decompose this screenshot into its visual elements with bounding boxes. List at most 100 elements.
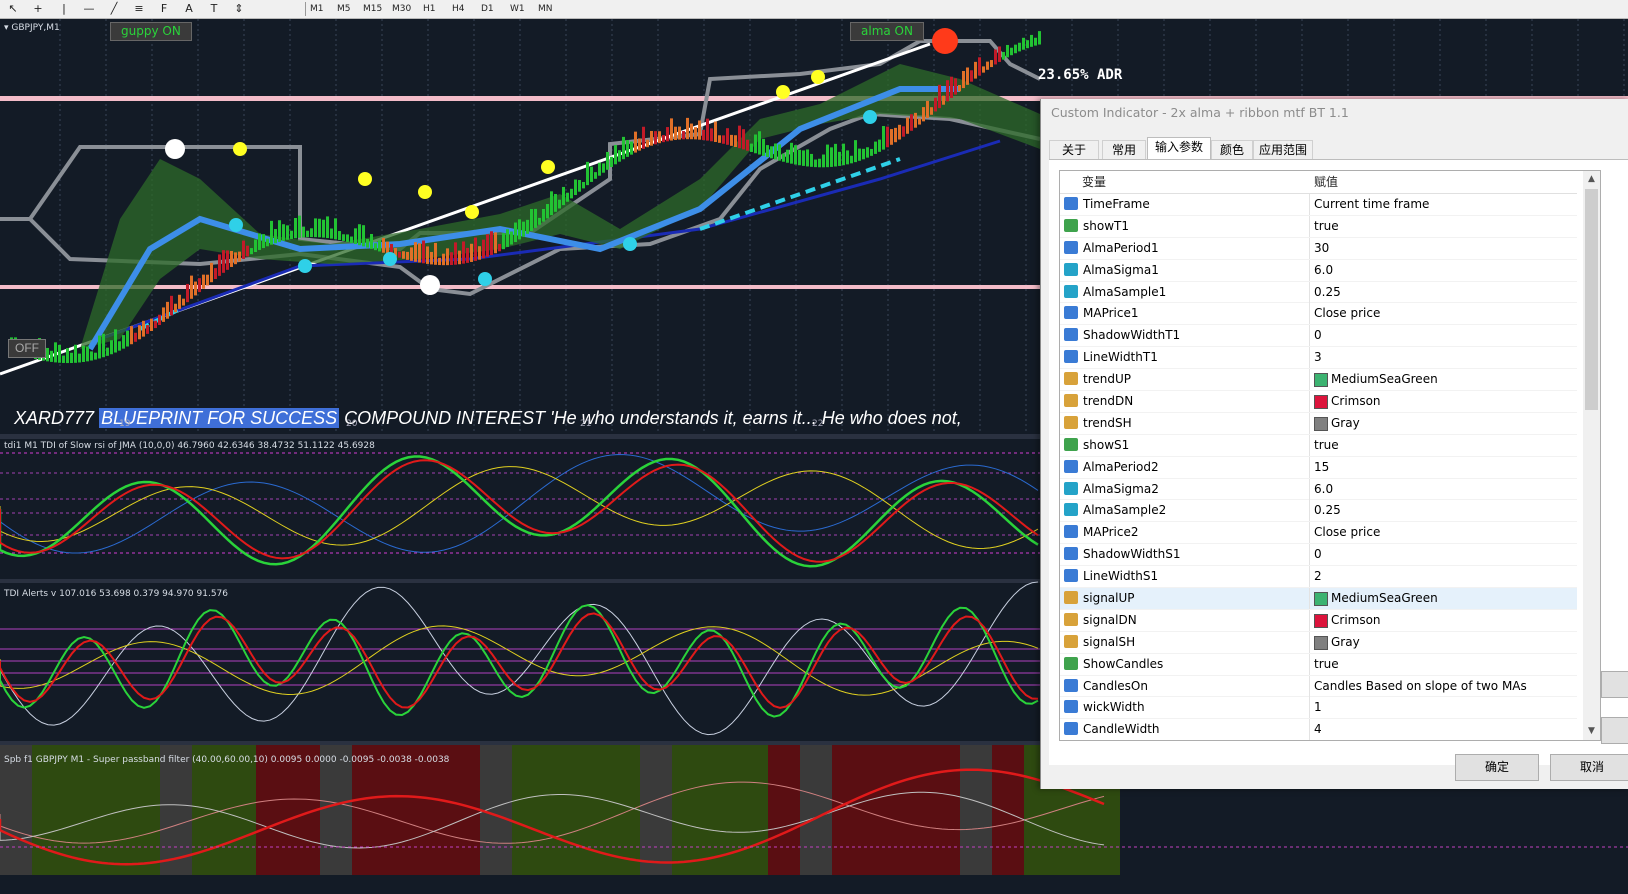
parameter-row[interactable]: LineWidthT1 3 [1060, 347, 1578, 370]
scroll-down-icon[interactable]: ▼ [1583, 723, 1600, 740]
crosshair-icon[interactable]: + [29, 1, 47, 16]
channel-icon[interactable]: ≡ [130, 1, 148, 16]
parameter-value-cell[interactable]: Close price [1309, 522, 1578, 544]
timeframe-mn[interactable]: MN [538, 0, 553, 18]
parameter-row[interactable]: AlmaSample1 0.25 [1060, 281, 1578, 304]
timeframe-h4[interactable]: H4 [452, 0, 465, 18]
parameter-row[interactable]: ShadowWidthS1 0 [1060, 544, 1578, 567]
off-toggle-button[interactable]: OFF [8, 339, 46, 358]
text-label-icon[interactable]: T [205, 1, 223, 16]
alma-toggle-button[interactable]: alma ON [850, 22, 924, 41]
candle [590, 166, 593, 182]
parameter-row[interactable]: MAPrice1 Close price [1060, 303, 1578, 326]
timeframe-m15[interactable]: M15 [363, 0, 382, 18]
parameter-value-cell[interactable]: 4 [1309, 719, 1578, 740]
parameter-row[interactable]: AlmaSigma2 6.0 [1060, 478, 1578, 501]
tab-about[interactable]: 关于 [1049, 140, 1099, 160]
guppy-toggle-button[interactable]: guppy ON [110, 22, 192, 41]
tab-visualization[interactable]: 应用范围 [1253, 140, 1313, 160]
horizontal-line-icon[interactable]: — [80, 1, 98, 16]
parameter-value-cell[interactable]: Crimson [1309, 391, 1578, 413]
parameter-value-cell[interactable]: Gray [1309, 631, 1578, 653]
parameter-row[interactable]: MAPrice2 Close price [1060, 522, 1578, 545]
parameter-row[interactable]: showS1 true [1060, 434, 1578, 457]
cancel-button[interactable]: 取消 [1550, 754, 1628, 781]
timeframe-m30[interactable]: M30 [392, 0, 411, 18]
parameter-value-cell[interactable]: 0 [1309, 325, 1578, 347]
dropdown-triangle-icon[interactable]: ▾ [4, 23, 9, 33]
parameter-value-cell[interactable]: 6.0 [1309, 478, 1578, 500]
parameter-row[interactable]: CandleWidth 4 [1060, 719, 1578, 740]
parameter-row[interactable]: AlmaSigma1 6.0 [1060, 259, 1578, 282]
parameter-row[interactable]: LineWidthS1 2 [1060, 566, 1578, 589]
column-variable[interactable]: 变量 [1082, 171, 1106, 193]
parameter-value-cell[interactable]: 3 [1309, 347, 1578, 369]
column-value[interactable]: 赋值 [1314, 171, 1338, 193]
parameter-row[interactable]: wickWidth 1 [1060, 697, 1578, 720]
parameter-value-cell[interactable]: Close price [1309, 303, 1578, 325]
candle [798, 149, 801, 166]
list-scrollbar[interactable]: ▲ ▼ [1583, 171, 1600, 740]
candle [966, 67, 969, 85]
passband-zone [512, 745, 544, 875]
parameter-row[interactable]: trendSH Gray [1060, 412, 1578, 435]
parameter-value-cell[interactable]: MediumSeaGreen [1309, 588, 1578, 610]
candle [842, 143, 845, 166]
text-icon[interactable]: A [180, 1, 198, 16]
parameter-row[interactable]: trendUP MediumSeaGreen [1060, 369, 1578, 392]
candle [318, 218, 321, 238]
candle [726, 128, 729, 145]
parameter-value-cell[interactable]: 2 [1309, 566, 1578, 588]
parameter-value-cell[interactable]: 15 [1309, 456, 1578, 478]
fibonacci-icon[interactable]: F [155, 1, 173, 16]
parameter-value-cell[interactable]: 1 [1309, 697, 1578, 719]
timeframe-h1[interactable]: H1 [423, 0, 436, 18]
cursor-icon[interactable]: ↖ [4, 1, 22, 16]
arrows-icon[interactable]: ⇕ [230, 1, 248, 16]
parameter-row[interactable]: ShowCandles true [1060, 653, 1578, 676]
parameter-value-cell[interactable]: Current time frame [1309, 194, 1578, 215]
parameter-value-cell[interactable]: MediumSeaGreen [1309, 369, 1578, 391]
timeframe-m1[interactable]: M1 [310, 0, 324, 18]
parameter-row[interactable]: TimeFrame Current time frame [1060, 194, 1577, 216]
tab-inputs[interactable]: 输入参数 [1147, 137, 1211, 160]
parameter-row[interactable]: trendDN Crimson [1060, 391, 1577, 413]
parameter-value-cell[interactable]: 6.0 [1309, 259, 1578, 281]
timeframe-w1[interactable]: W1 [510, 0, 525, 18]
parameter-row[interactable]: AlmaPeriod1 30 [1060, 237, 1578, 260]
parameter-value-cell[interactable]: true [1309, 434, 1578, 456]
scroll-up-icon[interactable]: ▲ [1583, 171, 1600, 188]
vertical-line-icon[interactable]: | [55, 1, 73, 16]
load-button[interactable] [1601, 671, 1628, 698]
candle [462, 241, 465, 264]
tab-common[interactable]: 常用 [1102, 140, 1146, 160]
candle [346, 234, 349, 242]
parameter-value-cell[interactable]: Candles Based on slope of two MAs [1309, 675, 1578, 697]
parameter-row[interactable]: CandlesOn Candles Based on slope of two M… [1060, 675, 1578, 698]
timeframe-d1[interactable]: D1 [481, 0, 494, 18]
ok-button[interactable]: 确定 [1455, 754, 1539, 781]
parameter-value-cell[interactable]: 30 [1309, 237, 1578, 259]
parameter-value-cell[interactable]: 0.25 [1309, 281, 1578, 303]
parameter-row[interactable]: AlmaSample2 0.25 [1060, 500, 1578, 523]
parameter-value-cell[interactable]: true [1309, 215, 1578, 237]
parameter-value-cell[interactable]: Crimson [1309, 609, 1578, 631]
parameter-row[interactable]: ShadowWidthT1 0 [1060, 325, 1578, 348]
parameter-row[interactable]: AlmaPeriod2 15 [1060, 456, 1578, 479]
trendline-icon[interactable]: ╱ [105, 1, 123, 16]
save-button[interactable] [1601, 717, 1628, 744]
parameter-value: 4 [1314, 722, 1322, 737]
parameter-value-cell[interactable]: true [1309, 653, 1578, 675]
timeframe-m5[interactable]: M5 [337, 0, 351, 18]
parameter-row[interactable]: signalUP MediumSeaGreen [1060, 588, 1577, 610]
parameter-row[interactable]: signalSH Gray [1060, 631, 1578, 654]
tab-colors[interactable]: 颜色 [1211, 140, 1253, 160]
parameter-row[interactable]: showT1 true [1060, 215, 1578, 238]
parameters-list[interactable]: 变量 赋值 TimeFrame Current time frame showT1 t… [1059, 170, 1601, 741]
scroll-thumb[interactable] [1585, 189, 1598, 410]
parameter-value-cell[interactable]: 0 [1309, 544, 1578, 566]
parameter-row[interactable]: signalDN Crimson [1060, 609, 1578, 632]
parameter-value-cell[interactable]: Gray [1309, 412, 1578, 434]
candle [422, 240, 425, 264]
parameter-value-cell[interactable]: 0.25 [1309, 500, 1578, 522]
